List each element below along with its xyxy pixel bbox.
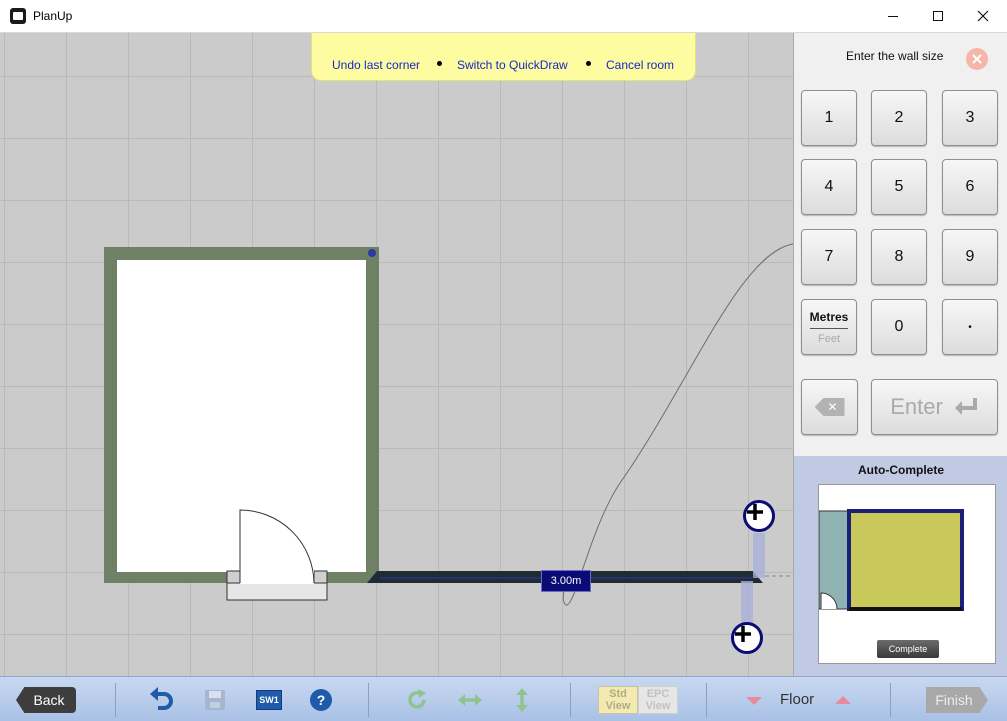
unit-toggle-button[interactable]: Metres Feet: [801, 299, 857, 355]
key-decimal-point[interactable]: •: [942, 299, 998, 355]
finish-button[interactable]: Finish: [926, 687, 988, 713]
key-9[interactable]: 9: [942, 229, 998, 285]
window-title: PlanUp: [33, 9, 73, 23]
close-icon: [977, 10, 989, 22]
auto-complete-panel: Auto-Complete Complete: [793, 456, 1007, 676]
enter-label: Enter: [890, 394, 943, 419]
std-view-label-line2: View: [605, 700, 631, 712]
switch-quickdraw-link[interactable]: Switch to QuickDraw: [457, 58, 568, 72]
complete-button[interactable]: Complete: [877, 640, 939, 658]
key-8[interactable]: 8: [871, 229, 927, 285]
separator-dot: [586, 61, 591, 66]
title-bar: PlanUp: [0, 0, 1007, 33]
enter-button[interactable]: Enter: [871, 379, 998, 435]
key-5[interactable]: 5: [871, 159, 927, 215]
wall-size-keypad: Enter the wall size 1 2 3 4 5 6 7 8 9 Me…: [793, 33, 1007, 456]
door-jamb-left: [226, 570, 241, 584]
vertical-arrows-icon: [516, 688, 528, 712]
preview-new-room: [847, 509, 964, 611]
back-button[interactable]: Back: [16, 687, 76, 713]
std-view-label-line1: Std: [609, 688, 627, 700]
undo-icon: [150, 687, 173, 710]
unit-metres-label: Metres: [809, 310, 849, 329]
floor-plan-drawing: [104, 243, 793, 626]
close-keypad-button[interactable]: [966, 48, 988, 70]
minimize-button[interactable]: [870, 0, 916, 32]
unit-feet-label: Feet: [817, 332, 840, 345]
backspace-icon: ✕: [814, 398, 845, 416]
std-view-button[interactable]: Std View: [598, 686, 638, 714]
key-0[interactable]: 0: [871, 299, 927, 355]
undo-button[interactable]: [148, 686, 176, 714]
add-corner-upper-button[interactable]: [743, 500, 775, 532]
plus-icon: [735, 626, 751, 642]
handle-track-upper: [753, 533, 765, 578]
undo-last-corner-link[interactable]: Undo last corner: [332, 58, 420, 72]
toolbar-separator: [890, 683, 891, 717]
minimize-icon: [888, 15, 898, 17]
key-7[interactable]: 7: [801, 229, 857, 285]
help-icon: ?: [310, 689, 332, 711]
view-toggle: Std View EPC View: [598, 686, 678, 714]
rotate-icon: [408, 689, 426, 709]
drawing-canvas[interactable]: 3.00m: [0, 33, 793, 676]
horizontal-arrows-icon: [458, 694, 482, 706]
floor-down-button[interactable]: [746, 697, 762, 705]
sw1-icon: SW1: [256, 690, 282, 710]
keypad-title: Enter the wall size: [846, 49, 944, 63]
backspace-button[interactable]: ✕: [801, 379, 858, 435]
epc-view-button[interactable]: EPC View: [638, 686, 678, 714]
bottom-toolbar: Back SW1 ? Std View EPC View Floor Finis…: [0, 676, 1007, 721]
key-4[interactable]: 4: [801, 159, 857, 215]
floor-label: Floor: [780, 691, 815, 708]
handle-track-lower: [741, 581, 753, 626]
app-icon: [10, 8, 26, 24]
maximize-button[interactable]: [915, 0, 961, 32]
auto-complete-title: Auto-Complete: [858, 463, 944, 477]
door-jamb-right: [313, 570, 328, 584]
auto-complete-preview[interactable]: Complete: [818, 484, 996, 664]
save-icon: [205, 690, 225, 710]
epc-view-label-line1: EPC: [646, 688, 670, 700]
separator-dot: [437, 61, 442, 66]
sw1-button[interactable]: SW1: [255, 686, 283, 714]
toolbar-separator: [570, 683, 571, 717]
preview-drawing: [819, 509, 964, 611]
help-button[interactable]: ?: [307, 686, 335, 714]
flip-vertical-button[interactable]: [508, 686, 536, 714]
key-3[interactable]: 3: [942, 90, 998, 146]
key-2[interactable]: 2: [871, 90, 927, 146]
toolbar-separator: [115, 683, 116, 717]
plus-icon: [747, 504, 763, 520]
hint-bar: Undo last corner Switch to QuickDraw Can…: [311, 33, 696, 81]
enter-arrow-icon: [954, 398, 977, 415]
close-icon: [972, 54, 982, 64]
close-window-button[interactable]: [960, 0, 1006, 32]
key-6[interactable]: 6: [942, 159, 998, 215]
wall-length-label[interactable]: 3.00m: [541, 570, 591, 592]
maximize-icon: [933, 11, 943, 21]
toolbar-separator: [368, 683, 369, 717]
flip-horizontal-button[interactable]: [456, 686, 484, 714]
rotate-button[interactable]: [403, 686, 431, 714]
epc-view-label-line2: View: [645, 700, 671, 712]
key-1[interactable]: 1: [801, 90, 857, 146]
corner-marker[interactable]: [368, 249, 376, 257]
floor-up-button[interactable]: [835, 696, 851, 704]
toolbar-separator: [706, 683, 707, 717]
save-button[interactable]: [201, 686, 229, 714]
add-corner-lower-button[interactable]: [731, 622, 763, 654]
cancel-room-link[interactable]: Cancel room: [606, 58, 674, 72]
